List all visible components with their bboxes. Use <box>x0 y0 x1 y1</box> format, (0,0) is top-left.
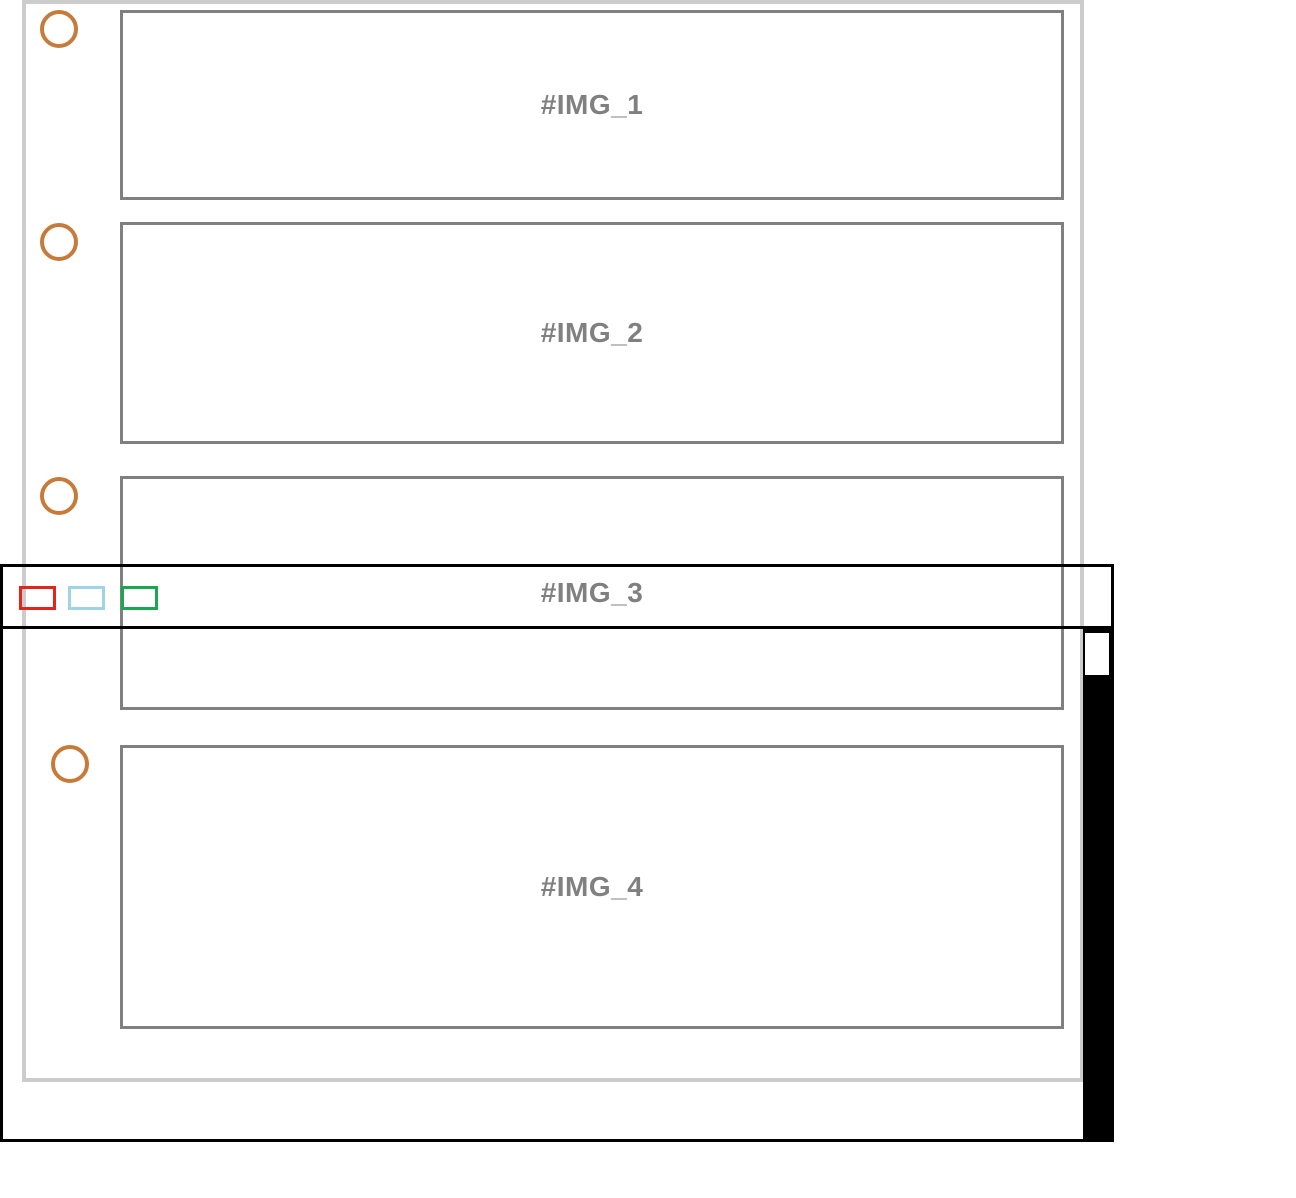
zoom-icon[interactable] <box>121 586 158 610</box>
image-placeholder-label: #IMG_2 <box>541 317 644 349</box>
minimize-icon[interactable] <box>68 586 105 610</box>
close-icon[interactable] <box>19 586 56 610</box>
list-bullet-icon <box>40 477 78 515</box>
image-placeholder[interactable]: #IMG_1 <box>120 10 1064 200</box>
list-bullet-icon <box>40 10 78 48</box>
image-placeholder-label: #IMG_1 <box>541 89 644 121</box>
scrollbar-track[interactable] <box>1083 629 1111 1139</box>
image-placeholder[interactable]: #IMG_2 <box>120 222 1064 444</box>
scrollbar-thumb[interactable] <box>1085 633 1109 675</box>
browser-window <box>0 564 1114 1142</box>
window-titlebar[interactable] <box>3 567 1111 629</box>
list-bullet-icon <box>40 223 78 261</box>
